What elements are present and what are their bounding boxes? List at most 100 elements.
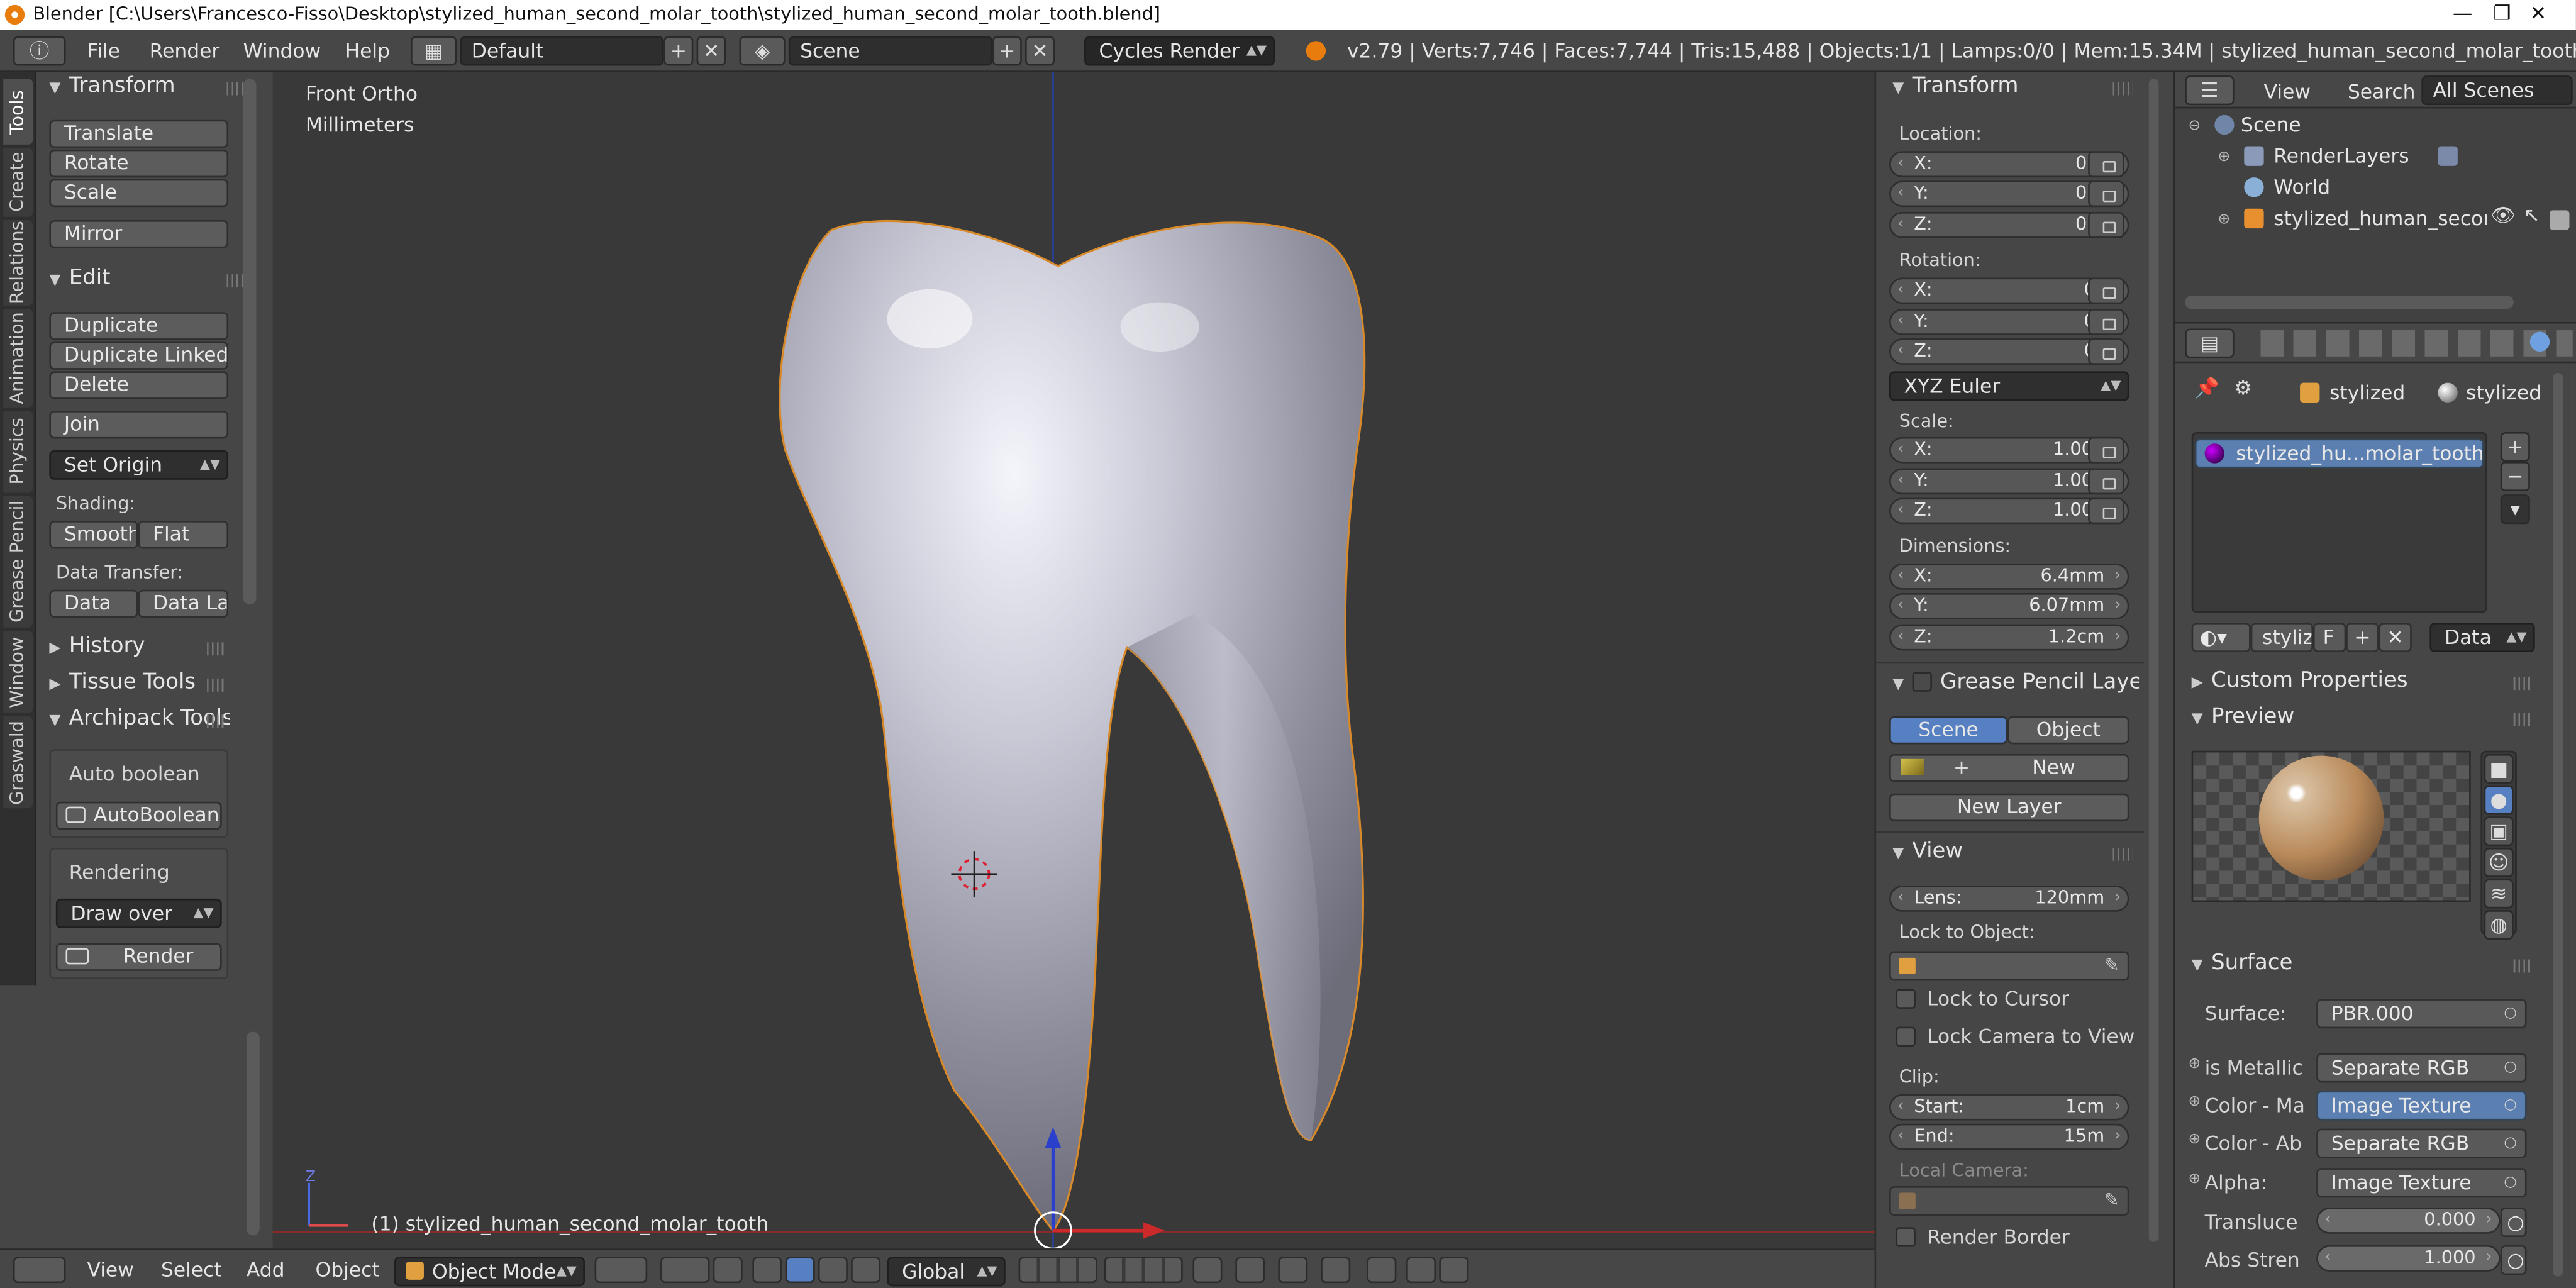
panel-history-header[interactable]: ▶ History xyxy=(49,631,145,663)
editor-type-info-icon[interactable]: ⓘ xyxy=(13,36,66,66)
tool-shelf-lower-scrollbar[interactable] xyxy=(246,1031,260,1236)
preview-cube-icon[interactable]: ▣ xyxy=(2484,816,2514,847)
new-material-icon[interactable]: + xyxy=(2346,623,2379,653)
dimension-z-field[interactable]: Z: 1.2cm xyxy=(1889,624,2129,651)
panel-preview-header[interactable]: ▼ Preview xyxy=(2192,701,2295,734)
input-alpha-field[interactable]: Image Texture ○ xyxy=(2316,1168,2527,1198)
snap-icon[interactable] xyxy=(1278,1257,1308,1284)
opengl-render-icon[interactable] xyxy=(1367,1257,1397,1284)
menu-view[interactable]: View xyxy=(87,1257,133,1283)
properties-editor-icon[interactable]: ▤ xyxy=(2185,328,2235,358)
drag-grip-icon[interactable] xyxy=(2513,713,2534,726)
pencil-icon[interactable] xyxy=(1901,758,1924,775)
remove-screen-icon[interactable]: ✕ xyxy=(696,36,726,66)
tab-graswald[interactable]: Graswald xyxy=(3,716,33,809)
panel-transform-header[interactable]: ▼ Transform xyxy=(1892,70,2018,103)
menu-render[interactable]: Render xyxy=(150,36,220,65)
add-material-slot-icon[interactable]: + xyxy=(2500,432,2530,462)
material-name-field[interactable]: styliz xyxy=(2250,623,2313,653)
sidebar-scrollbar[interactable] xyxy=(2148,79,2159,1242)
tool-shelf-scrollbar[interactable] xyxy=(243,79,257,605)
preview-monkey-icon[interactable]: ☺ xyxy=(2484,847,2514,877)
tab-tools[interactable]: Tools xyxy=(3,79,33,145)
dimension-y-field[interactable]: Y: 6.07mm xyxy=(1889,593,2129,619)
eyedropper-icon[interactable]: ✎ xyxy=(2104,953,2119,979)
panel-custom-properties-header[interactable]: ▶ Custom Properties xyxy=(2192,665,2408,698)
lock-icon[interactable] xyxy=(2088,309,2124,335)
3d-viewport[interactable]: Front Ortho Millimeters Z (1) stylized_h… xyxy=(272,72,1875,1249)
material-slot-item[interactable]: stylized_hu...molar_tooth xyxy=(2194,438,2484,469)
render-preview-icon[interactable] xyxy=(1439,1257,1469,1284)
remove-material-slot-icon[interactable]: − xyxy=(2500,462,2530,492)
clip-start-field[interactable]: Start: 1cm xyxy=(1889,1094,2129,1121)
lock-icon[interactable] xyxy=(2088,151,2124,178)
drag-grip-icon[interactable] xyxy=(2513,959,2534,973)
material-link-dropdown[interactable]: Data ▲▼ xyxy=(2429,623,2535,653)
render-animation-icon[interactable] xyxy=(1406,1257,1436,1284)
set-origin-dropdown[interactable]: Set Origin ▲▼ xyxy=(49,450,229,480)
preview-world-icon[interactable]: ◍ xyxy=(2484,910,2514,940)
lock-icon[interactable] xyxy=(2088,338,2124,365)
input-metallic-field[interactable]: Separate RGB ○ xyxy=(2316,1053,2527,1083)
rotate-manipulator-icon[interactable] xyxy=(818,1257,848,1284)
lock-icon[interactable] xyxy=(2088,211,2124,238)
material-tab-icon[interactable] xyxy=(2529,331,2550,352)
outliner-display-mode[interactable]: All Scenes xyxy=(2421,75,2573,106)
menu-add[interactable]: Add xyxy=(247,1257,285,1283)
pin-icon[interactable]: 📌 xyxy=(2195,376,2219,399)
lens-field[interactable]: Lens: 120mm xyxy=(1889,885,2129,912)
render-layer-icon[interactable] xyxy=(2438,146,2458,166)
visibility-eye-icon[interactable]: 👁 xyxy=(2490,204,2516,227)
menu-select[interactable]: Select xyxy=(161,1257,222,1283)
unlink-material-icon[interactable]: ✕ xyxy=(2379,623,2412,653)
close-button[interactable]: ✕ xyxy=(2501,0,2576,30)
input-color-ab-field[interactable]: Separate RGB ○ xyxy=(2316,1128,2527,1158)
visible-only-icon[interactable] xyxy=(713,1257,743,1284)
outliner-editor-icon[interactable]: ☰ xyxy=(2185,75,2235,106)
render-button[interactable]: Render xyxy=(55,943,222,971)
collapse-icon[interactable]: ⊖ xyxy=(2188,118,2201,135)
menu-file[interactable]: File xyxy=(87,36,119,65)
preview-sphere-icon[interactable]: ● xyxy=(2484,785,2514,815)
viewport-shading-icon[interactable] xyxy=(594,1257,648,1284)
panel-archipack-header[interactable]: ▼ Archipack Tools xyxy=(49,703,230,736)
lock-layers-icon[interactable] xyxy=(1192,1257,1223,1284)
outliner-item-tooth[interactable]: stylized_human_secon xyxy=(2273,204,2487,233)
tab-relations[interactable]: Relations xyxy=(3,220,33,306)
scene-field[interactable]: Scene xyxy=(788,36,992,66)
drag-grip-icon[interactable] xyxy=(207,642,227,656)
duplicate-button[interactable]: Duplicate xyxy=(49,312,229,340)
properties-scrollbar[interactable] xyxy=(2553,372,2563,1277)
drag-grip-icon[interactable] xyxy=(2112,847,2133,861)
lock-icon[interactable] xyxy=(2088,497,2124,525)
outliner-scrollbar[interactable] xyxy=(2185,296,2514,309)
outliner-item-renderlayers[interactable]: RenderLayers xyxy=(2273,142,2409,171)
screen-layout-icon[interactable]: ▦ xyxy=(411,36,457,66)
drag-grip-icon[interactable] xyxy=(2112,82,2133,96)
interaction-mode-dropdown[interactable]: Object Mode ▲▼ xyxy=(394,1257,585,1287)
grease-pencil-checkbox[interactable] xyxy=(1912,672,1932,692)
fake-user-button[interactable]: F xyxy=(2312,623,2346,653)
dimension-x-field[interactable]: X: 6.4mm xyxy=(1889,563,2129,590)
outliner-view-menu[interactable]: View xyxy=(2264,77,2311,107)
snap-element-icon[interactable] xyxy=(1321,1257,1351,1284)
expand-icon[interactable]: ⊕ xyxy=(2218,150,2230,166)
properties-context-tabs[interactable] xyxy=(2260,330,2573,357)
panel-tissue-tools-header[interactable]: ▶ Tissue Tools xyxy=(49,667,196,700)
lock-icon[interactable] xyxy=(2088,180,2124,208)
smooth-button[interactable]: Smooth xyxy=(49,521,138,549)
data-layout-button[interactable]: Data La xyxy=(138,589,229,618)
panel-transform-header[interactable]: ▼ Transform xyxy=(49,70,175,103)
expand-icon[interactable]: ⊕ xyxy=(2188,1171,2201,1187)
translucency-link-icon[interactable]: ○ xyxy=(2500,1207,2527,1237)
lock-object-field[interactable]: ✎ xyxy=(1889,951,2129,981)
render-border-checkbox[interactable] xyxy=(1896,1227,1916,1247)
input-color-ma-field[interactable]: Image Texture ○ xyxy=(2316,1091,2527,1121)
rotate-button[interactable]: Rotate xyxy=(49,149,229,178)
data-transfer-button[interactable]: Data xyxy=(49,589,138,618)
expand-icon[interactable]: ⊕ xyxy=(2218,212,2230,228)
clip-end-field[interactable]: End: 15m xyxy=(1889,1123,2129,1150)
browse-material-icon[interactable]: ◐▾ xyxy=(2191,623,2251,653)
proportional-editing-icon[interactable] xyxy=(1235,1257,1265,1284)
tab-window[interactable]: Window xyxy=(3,631,33,713)
